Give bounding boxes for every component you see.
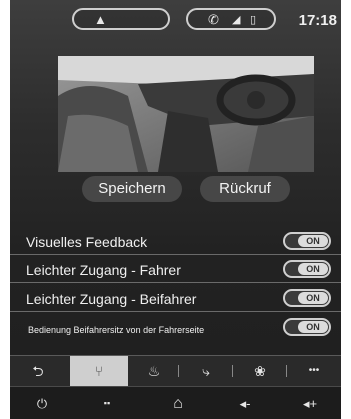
visual-feedback-toggle[interactable]: ON (283, 232, 331, 250)
more-icon[interactable]: ••• (294, 356, 334, 386)
save-button[interactable]: Speichern (82, 176, 182, 202)
volume-up-icon[interactable]: ◂+ (290, 387, 330, 419)
seat-back-icon[interactable]: ⤷ (186, 356, 226, 386)
setting-easy-access-passenger[interactable]: Leichter Zugang - Beifahrer ON (10, 285, 341, 312)
easy-access-passenger-toggle[interactable]: ON (283, 289, 331, 307)
power-icon[interactable]: ⏻ (22, 387, 62, 419)
signal-icon: ◢ (232, 14, 241, 26)
navigation-arrow-icon: ▲ (94, 12, 107, 27)
phone-pill[interactable]: ✆ ◢ ▯ (186, 8, 276, 30)
clock: 17:18 (298, 12, 337, 29)
setting-label: Bedienung Beifahrersitz von der Fahrerse… (28, 325, 205, 335)
seat-massage-icon[interactable]: ♨ (134, 356, 174, 386)
tab-separator (232, 365, 233, 377)
apps-grid-icon[interactable]: ▪▪ (87, 387, 127, 419)
recall-button[interactable]: Rückruf (200, 176, 290, 202)
setting-passenger-seat-control[interactable]: Bedienung Beifahrersitz von der Fahrerse… (10, 314, 341, 341)
navigation-pill[interactable]: ▲ (72, 8, 170, 30)
passenger-seat-control-toggle[interactable]: ON (283, 318, 331, 336)
setting-label: Visuelles Feedback (26, 234, 148, 250)
tab-separator (178, 365, 179, 377)
toggle-state: ON (298, 292, 328, 304)
setting-visual-feedback[interactable]: Visuelles Feedback ON (10, 228, 341, 255)
seat-tab-bar: ⮌ ⑂ ♨ ⤷ ❀ ••• (10, 355, 341, 386)
home-icon[interactable]: ⌂ (158, 387, 198, 419)
seat-ventilation-icon[interactable]: ❀ (238, 356, 282, 386)
setting-label: Leichter Zugang - Fahrer (26, 262, 181, 278)
tab-separator (286, 365, 287, 377)
battery-icon: ▯ (250, 14, 257, 26)
seat-interior-image (58, 56, 314, 172)
toggle-state: ON (298, 263, 328, 275)
setting-easy-access-driver[interactable]: Leichter Zugang - Fahrer ON (10, 256, 341, 283)
setting-label: Leichter Zugang - Beifahrer (26, 291, 197, 307)
status-bar: ▲ ✆ ◢ ▯ 17:18 (10, 0, 341, 46)
easy-access-driver-toggle[interactable]: ON (283, 260, 331, 278)
seat-position-icon[interactable]: ⑂ (70, 356, 128, 386)
volume-down-icon[interactable]: ◂- (225, 387, 265, 419)
memory-actions: Speichern Rückruf (10, 176, 341, 202)
toggle-state: ON (298, 321, 328, 333)
phone-icon: ✆ (208, 12, 219, 27)
back-icon[interactable]: ⮌ (20, 356, 56, 386)
toggle-state: ON (298, 235, 328, 247)
infotainment-screen: ▲ ✆ ◢ ▯ 17:18 Speichern Rückruf Visuelle… (10, 0, 341, 419)
bottom-bar: ⏻ ▪▪ ⌂ ◂- ◂+ (10, 386, 341, 419)
